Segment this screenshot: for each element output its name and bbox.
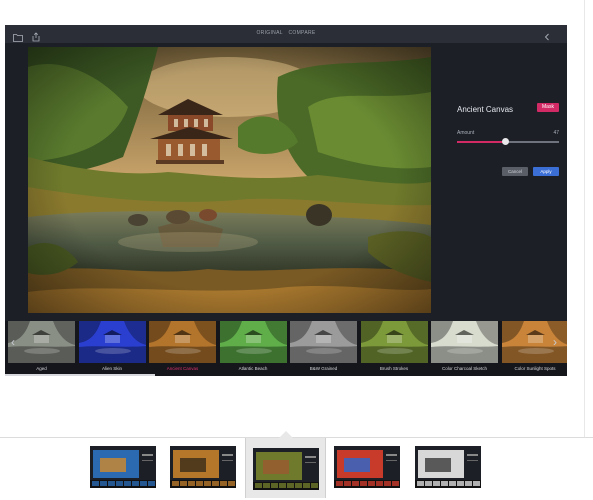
filter-thumb[interactable]: B&W Grained xyxy=(290,321,357,376)
filter-thumb[interactable]: Brush Strokes xyxy=(360,321,428,376)
amount-slider[interactable] xyxy=(457,138,559,145)
photo-editor-window: ORIGINAL COMPARE Ancient Canvas Mask Amo… xyxy=(5,25,567,376)
mask-button[interactable]: Mask xyxy=(537,103,559,112)
amount-slider-fill xyxy=(457,141,505,143)
filter-label: B&W Grained xyxy=(309,366,338,371)
screenshot-gallery xyxy=(0,431,593,500)
gallery-thumbnail[interactable] xyxy=(415,446,481,488)
filter-thumb[interactable]: Aged xyxy=(8,321,75,376)
page-edge-divider xyxy=(584,0,585,500)
filter-thumb[interactable]: Alien Skin xyxy=(78,321,146,376)
filter-preview-image xyxy=(78,321,146,363)
filter-label: Color Charcoal Sketch xyxy=(441,366,488,371)
amount-value: 47 xyxy=(553,130,559,136)
filter-thumb[interactable]: Color Sunlight Spots xyxy=(501,321,567,376)
filter-label: Atlantic Beach xyxy=(238,366,268,371)
cancel-button[interactable]: Cancel xyxy=(502,167,528,176)
filter-preview-image xyxy=(501,321,567,363)
filter-label: Aged xyxy=(36,366,47,371)
gallery-thumbnail[interactable] xyxy=(170,446,236,488)
filter-thumb[interactable]: Ancient Canvas xyxy=(149,321,216,376)
strip-scroll-indicator xyxy=(5,374,155,376)
filter-preview-image xyxy=(8,321,75,363)
strip-left-arrow-icon[interactable]: ‹ xyxy=(11,335,15,349)
apply-button[interactable]: Apply xyxy=(533,167,559,176)
filter-preview-image xyxy=(360,321,428,363)
filter-preview-image xyxy=(431,321,498,363)
filter-preview-image xyxy=(149,321,216,363)
amount-label: Amount xyxy=(457,130,475,136)
filter-preview-image xyxy=(290,321,357,363)
temple-garden-photo xyxy=(28,47,431,313)
gallery-thumbnail[interactable] xyxy=(90,446,156,488)
filter-label: Color Sunlight Spots xyxy=(514,366,556,371)
filter-thumb[interactable]: Atlantic Beach xyxy=(219,321,287,376)
filter-thumb[interactable]: Color Charcoal Sketch xyxy=(431,321,498,376)
filter-label: Alien Skin xyxy=(101,366,122,371)
filter-label: Ancient Canvas xyxy=(166,366,199,371)
filter-strip: Color Sunlight Spots Color Charcoal Sketc… xyxy=(5,321,567,376)
filter-name: Ancient Canvas xyxy=(457,105,514,114)
gallery-thumbnail[interactable] xyxy=(253,448,319,490)
back-chevron-icon[interactable] xyxy=(542,29,552,41)
gallery-selected-caret xyxy=(279,431,293,438)
original-toggle[interactable]: ORIGINAL xyxy=(256,30,282,36)
amount-slider-knob[interactable] xyxy=(501,138,509,145)
strip-right-arrow-icon[interactable]: › xyxy=(553,335,557,349)
filter-label: Brush Strokes xyxy=(379,366,409,371)
gallery-thumbnail[interactable] xyxy=(334,446,400,488)
filter-preview-image xyxy=(219,321,287,363)
view-mode-toggle: ORIGINAL COMPARE xyxy=(5,30,567,36)
title-bar: ORIGINAL COMPARE xyxy=(5,25,567,43)
compare-toggle[interactable]: COMPARE xyxy=(288,30,315,36)
main-photo-canvas[interactable] xyxy=(28,47,431,313)
